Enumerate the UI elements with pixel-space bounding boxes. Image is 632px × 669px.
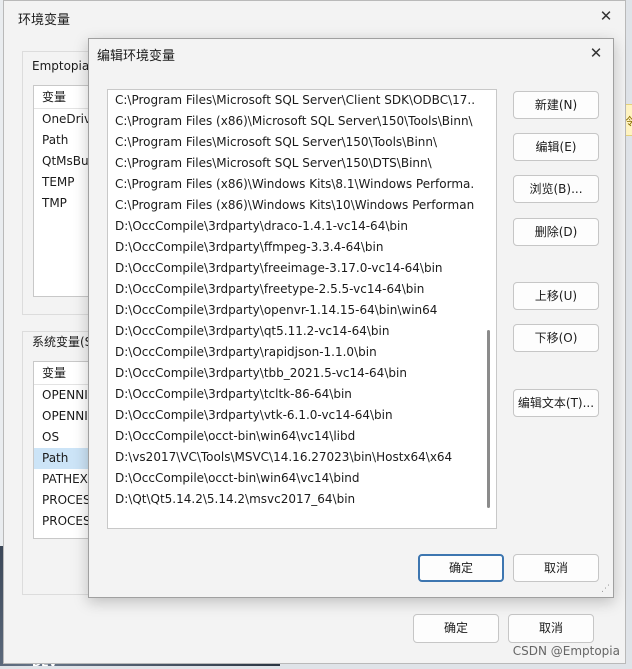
path-entry[interactable]: C:\Program Files (x86)\Windows Kits\10\W… <box>108 195 475 216</box>
path-entry[interactable]: D:\vs2017\VC\Tools\MSVC\14.16.27023\bin\… <box>108 447 475 468</box>
system-variables-label: 系统变量(S <box>30 333 95 350</box>
user-variables-list[interactable]: 变量 OneDrive Path QtMsBu TEMP TMP <box>33 85 95 297</box>
move-down-button[interactable]: 下移(O) <box>513 324 599 352</box>
path-entry[interactable]: D:\OccCompile\3rdparty\freeimage-3.17.0-… <box>108 258 475 279</box>
browse-button[interactable]: 浏览(B)... <box>513 175 599 203</box>
list-item[interactable]: OneDrive <box>34 109 94 130</box>
ok-button[interactable]: 确定 <box>413 614 499 643</box>
path-entry[interactable]: D:\OccCompile\3rdparty\freetype-2.5.5-vc… <box>108 279 475 300</box>
dialog-title: 环境变量 <box>18 13 71 28</box>
list-item[interactable]: PATHEX <box>34 469 94 490</box>
cancel-button[interactable]: 取消 <box>513 554 599 582</box>
list-item[interactable]: TMP <box>34 193 94 214</box>
path-entry[interactable]: D:\OccCompile\3rdparty\tcltk-86-64\bin <box>108 384 475 405</box>
path-entry[interactable]: C:\Program Files (x86)\Windows Kits\8.1\… <box>108 174 475 195</box>
path-entry[interactable]: D:\OccCompile\3rdparty\draco-1.4.1-vc14-… <box>108 216 475 237</box>
cancel-button[interactable]: 取消 <box>508 614 594 643</box>
path-entry[interactable]: D:\OccCompile\3rdparty\qt5.11.2-vc14-64\… <box>108 321 475 342</box>
list-item[interactable]: Path <box>34 130 94 151</box>
edit-text-button[interactable]: 编辑文本(T)... <box>513 389 599 417</box>
path-entry[interactable]: D:\OccCompile\3rdparty\tbb_2021.5-vc14-6… <box>108 363 475 384</box>
list-item[interactable]: OPENNI <box>34 406 94 427</box>
path-entry[interactable]: C:\Program Files\Microsoft SQL Server\Cl… <box>108 90 475 111</box>
edit-environment-variable-dialog: 编辑环境变量 ✕ C:\Program Files\Microsoft SQL … <box>88 38 614 598</box>
watermark: CSDN @Emptopia <box>512 644 620 658</box>
list-item[interactable]: PROCES <box>34 490 94 511</box>
user-variables-label: Emptopia <box>30 59 92 73</box>
path-entries-list[interactable]: C:\Program Files\Microsoft SQL Server\Cl… <box>107 89 497 529</box>
path-entry[interactable]: D:\OccCompile\3rdparty\vtk-6.1.0-vc14-64… <box>108 405 475 426</box>
edit-button[interactable]: 编辑(E) <box>513 133 599 161</box>
path-entry[interactable]: D:\OccCompile\occt-bin\win64\vc14\libd <box>108 426 475 447</box>
close-icon[interactable]: ✕ <box>585 42 607 64</box>
path-entry[interactable]: C:\Program Files\Microsoft SQL Server\15… <box>108 132 475 153</box>
system-variables-list[interactable]: 变量 OPENNI OPENNI OS Path PATHEX PROCES P… <box>33 361 95 539</box>
column-header-variable[interactable]: 变量 <box>34 362 94 385</box>
new-button[interactable]: 新建(N) <box>513 91 599 119</box>
list-item-path[interactable]: Path <box>34 448 94 469</box>
path-entry[interactable]: D:\OccCompile\3rdparty\openvr-1.14.15-64… <box>108 300 475 321</box>
dialog-title: 编辑环境变量 <box>97 49 176 64</box>
list-item[interactable]: QtMsBu <box>34 151 94 172</box>
delete-button[interactable]: 删除(D) <box>513 218 599 246</box>
list-item[interactable]: OS <box>34 427 94 448</box>
ok-button[interactable]: 确定 <box>418 554 504 582</box>
path-entry[interactable]: D:\OccCompile\3rdparty\rapidjson-1.1.0\b… <box>108 342 475 363</box>
close-icon[interactable]: ✕ <box>595 5 617 27</box>
path-entry[interactable]: D:\Qt\Qt5.14.2\5.14.2\msvc2017_64\bin <box>108 489 475 510</box>
column-header-variable[interactable]: 变量 <box>34 86 94 109</box>
path-entry[interactable]: C:\Program Files (x86)\Microsoft SQL Ser… <box>108 111 475 132</box>
move-up-button[interactable]: 上移(U) <box>513 282 599 310</box>
path-entry[interactable]: D:\OccCompile\3rdparty\ffmpeg-3.3.4-64\b… <box>108 237 475 258</box>
list-item[interactable]: PROCES <box>34 511 94 532</box>
vertical-scrollbar[interactable] <box>487 330 490 508</box>
path-entry[interactable]: C:\Program Files\Microsoft SQL Server\15… <box>108 153 475 174</box>
list-item[interactable]: OPENNI <box>34 385 94 406</box>
path-entry[interactable]: D:\OccCompile\occt-bin\win64\vc14\bind <box>108 468 475 489</box>
resize-grip-icon[interactable]: ⋰ <box>601 584 610 594</box>
list-item[interactable]: TEMP <box>34 172 94 193</box>
